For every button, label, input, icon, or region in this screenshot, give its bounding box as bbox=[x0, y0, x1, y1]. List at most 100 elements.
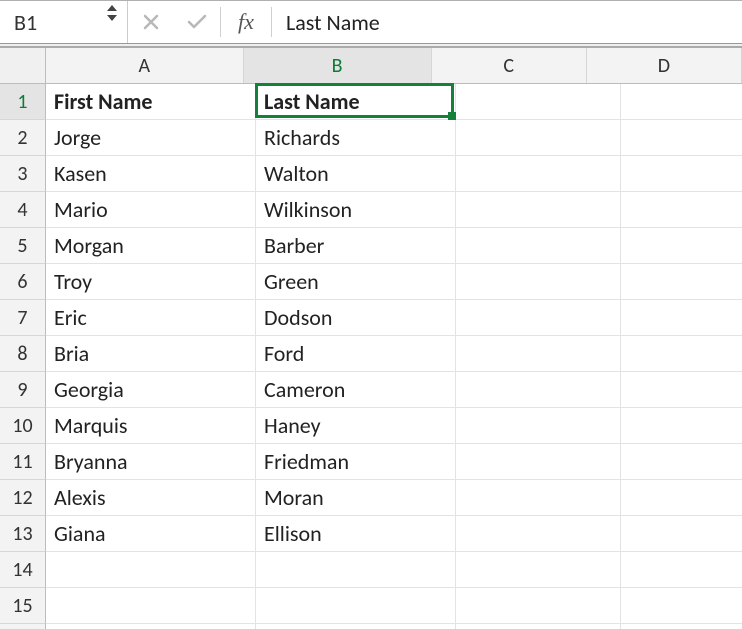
row-header-7[interactable]: 7 bbox=[0, 300, 46, 336]
cell-D7[interactable] bbox=[621, 300, 742, 336]
cell-B5[interactable]: Barber bbox=[256, 228, 456, 264]
cell-A13[interactable]: Giana bbox=[46, 516, 256, 552]
row-header-5[interactable]: 5 bbox=[0, 228, 46, 264]
table-row: GeorgiaCameron bbox=[46, 372, 742, 408]
cells-area[interactable]: First NameLast NameJorgeRichardsKasenWal… bbox=[46, 84, 742, 629]
cell-D16[interactable] bbox=[621, 624, 742, 629]
cell-D2[interactable] bbox=[621, 120, 742, 156]
cell-C9[interactable] bbox=[456, 372, 621, 408]
cell-C2[interactable] bbox=[456, 120, 621, 156]
column-header-B[interactable]: B bbox=[244, 48, 432, 83]
cell-B6[interactable]: Green bbox=[256, 264, 456, 300]
cell-C13[interactable] bbox=[456, 516, 621, 552]
cell-B4[interactable]: Wilkinson bbox=[256, 192, 456, 228]
row-header-13[interactable]: 13 bbox=[0, 516, 46, 552]
cell-D4[interactable] bbox=[621, 192, 742, 228]
cell-B8[interactable]: Ford bbox=[256, 336, 456, 372]
row-header-12[interactable]: 12 bbox=[0, 480, 46, 516]
row-header-6[interactable]: 6 bbox=[0, 264, 46, 300]
column-header-C[interactable]: C bbox=[432, 48, 587, 83]
cell-D1[interactable] bbox=[621, 84, 742, 120]
cell-B3[interactable]: Walton bbox=[256, 156, 456, 192]
table-row: First NameLast Name bbox=[46, 84, 742, 120]
cell-C4[interactable] bbox=[456, 192, 621, 228]
formula-input[interactable] bbox=[272, 1, 742, 43]
cell-C8[interactable] bbox=[456, 336, 621, 372]
cell-A11[interactable]: Bryanna bbox=[46, 444, 256, 480]
cell-C3[interactable] bbox=[456, 156, 621, 192]
table-row: MarquisHaney bbox=[46, 408, 742, 444]
row-header-8[interactable]: 8 bbox=[0, 336, 46, 372]
column-header-D[interactable]: D bbox=[587, 48, 742, 83]
cell-B14[interactable] bbox=[256, 552, 456, 588]
cell-A1[interactable]: First Name bbox=[46, 84, 256, 120]
name-box[interactable]: B1 bbox=[0, 1, 128, 43]
cell-D15[interactable] bbox=[621, 588, 742, 624]
select-all-corner[interactable] bbox=[0, 48, 46, 84]
cell-C14[interactable] bbox=[456, 552, 621, 588]
cell-A5[interactable]: Morgan bbox=[46, 228, 256, 264]
row-header-11[interactable]: 11 bbox=[0, 444, 46, 480]
cell-C16[interactable] bbox=[456, 624, 621, 629]
cell-C11[interactable] bbox=[456, 444, 621, 480]
check-icon bbox=[186, 13, 208, 31]
row-header-4[interactable]: 4 bbox=[0, 192, 46, 228]
cell-A16[interactable] bbox=[46, 624, 256, 629]
cell-D3[interactable] bbox=[621, 156, 742, 192]
cell-B15[interactable] bbox=[256, 588, 456, 624]
cell-C1[interactable] bbox=[456, 84, 621, 120]
cell-A8[interactable]: Bria bbox=[46, 336, 256, 372]
cell-A14[interactable] bbox=[46, 552, 256, 588]
column-header-A[interactable]: A bbox=[46, 48, 244, 83]
table-row bbox=[46, 624, 742, 629]
cell-B10[interactable]: Haney bbox=[256, 408, 456, 444]
row-header-3[interactable]: 3 bbox=[0, 156, 46, 192]
cell-A6[interactable]: Troy bbox=[46, 264, 256, 300]
cell-B1[interactable]: Last Name bbox=[256, 84, 456, 120]
cell-A4[interactable]: Mario bbox=[46, 192, 256, 228]
cell-A10[interactable]: Marquis bbox=[46, 408, 256, 444]
chevron-down-icon bbox=[105, 13, 119, 23]
cell-D9[interactable] bbox=[621, 372, 742, 408]
cell-A7[interactable]: Eric bbox=[46, 300, 256, 336]
cell-A15[interactable] bbox=[46, 588, 256, 624]
cell-C5[interactable] bbox=[456, 228, 621, 264]
cell-B12[interactable]: Moran bbox=[256, 480, 456, 516]
cell-D6[interactable] bbox=[621, 264, 742, 300]
cell-A12[interactable]: Alexis bbox=[46, 480, 256, 516]
cell-A2[interactable]: Jorge bbox=[46, 120, 256, 156]
cell-C15[interactable] bbox=[456, 588, 621, 624]
row-header-15[interactable]: 15 bbox=[0, 588, 46, 624]
chevron-up-icon bbox=[105, 3, 119, 13]
cell-B11[interactable]: Friedman bbox=[256, 444, 456, 480]
table-row: TroyGreen bbox=[46, 264, 742, 300]
cell-B7[interactable]: Dodson bbox=[256, 300, 456, 336]
formula-confirm-button[interactable] bbox=[174, 1, 220, 43]
row-header-9[interactable]: 9 bbox=[0, 372, 46, 408]
formula-cancel-button[interactable] bbox=[128, 1, 174, 43]
cell-D11[interactable] bbox=[621, 444, 742, 480]
cell-C7[interactable] bbox=[456, 300, 621, 336]
cell-C10[interactable] bbox=[456, 408, 621, 444]
name-box-stepper[interactable] bbox=[105, 3, 119, 23]
cell-D5[interactable] bbox=[621, 228, 742, 264]
cell-B9[interactable]: Cameron bbox=[256, 372, 456, 408]
cell-D8[interactable] bbox=[621, 336, 742, 372]
cell-A3[interactable]: Kasen bbox=[46, 156, 256, 192]
cell-C6[interactable] bbox=[456, 264, 621, 300]
row-header-16[interactable]: 16 bbox=[0, 624, 46, 629]
row-header-2[interactable]: 2 bbox=[0, 120, 46, 156]
row-header-10[interactable]: 10 bbox=[0, 408, 46, 444]
cell-B2[interactable]: Richards bbox=[256, 120, 456, 156]
fx-label[interactable]: fx bbox=[221, 1, 271, 43]
cell-B13[interactable]: Ellison bbox=[256, 516, 456, 552]
cell-A9[interactable]: Georgia bbox=[46, 372, 256, 408]
cell-D10[interactable] bbox=[621, 408, 742, 444]
row-header-14[interactable]: 14 bbox=[0, 552, 46, 588]
row-header-1[interactable]: 1 bbox=[0, 84, 46, 120]
cell-D13[interactable] bbox=[621, 516, 742, 552]
cell-B16[interactable] bbox=[256, 624, 456, 629]
cell-D14[interactable] bbox=[621, 552, 742, 588]
cell-C12[interactable] bbox=[456, 480, 621, 516]
cell-D12[interactable] bbox=[621, 480, 742, 516]
